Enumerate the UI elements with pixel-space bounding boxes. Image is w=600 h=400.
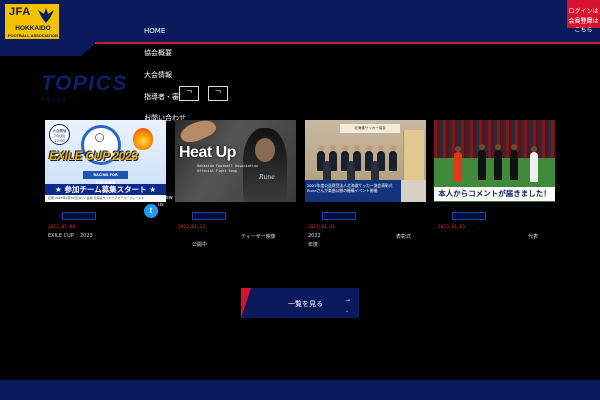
person xyxy=(371,161,379,181)
singer-face xyxy=(255,138,275,162)
logo-association-text: FOOTBALL ASSOCIATION xyxy=(7,33,59,38)
referee-figure xyxy=(494,150,502,180)
player-head xyxy=(531,146,537,152)
chevron-down-icon: ⌄ xyxy=(345,308,350,314)
login-register-button[interactable]: ログインはこちら 会員登録はこちら xyxy=(567,0,600,34)
post-title-year[interactable]: 2023 xyxy=(80,233,93,239)
person xyxy=(347,161,355,181)
referee-head xyxy=(495,144,501,150)
topic-card-awards[interactable]: 北海道サッカー協会 2022年度公益財団法人北海道サッカー協会表彰式 Runeさ… xyxy=(305,120,426,202)
person-head xyxy=(354,145,360,151)
logo-jfa-text: JFA xyxy=(9,6,31,18)
nav-tournaments[interactable]: 大会情報 xyxy=(144,70,172,80)
referee-head xyxy=(479,144,485,150)
person-head xyxy=(366,145,372,151)
raised-hand-image xyxy=(177,120,219,147)
post-date: 2023.01.31 xyxy=(308,225,336,230)
post-title[interactable]: 2022 xyxy=(308,233,321,239)
post-date: 2023.01.05 xyxy=(438,225,466,230)
site-footer xyxy=(0,380,600,400)
post-title-line-2[interactable]: 公開中 xyxy=(192,241,207,248)
crow-icon xyxy=(38,8,54,23)
header-accent-line xyxy=(95,42,600,44)
twitter-icon[interactable]: t xyxy=(144,204,158,218)
person-head xyxy=(318,145,324,151)
nav-home[interactable]: HOME xyxy=(144,27,165,35)
topic-card-heat-up[interactable]: Heat Up Hokkaido Football Association Of… xyxy=(175,120,296,202)
person-head xyxy=(330,145,336,151)
category-tag xyxy=(322,212,356,220)
arrow-right-icon: → xyxy=(345,297,351,304)
soccer-ball-icon xyxy=(94,132,108,146)
menu-square-button-1[interactable]: ᄀ xyxy=(179,86,199,101)
category-tag xyxy=(192,212,226,220)
category-tag xyxy=(452,212,486,220)
post-date: 2023.01.23 xyxy=(178,225,206,230)
post-date: 2023.05.08 xyxy=(48,225,76,230)
event-date-badge: 大会開催 7/5(月) 17:00 xyxy=(49,124,70,145)
player-figure xyxy=(454,152,462,182)
fight-song-subtitle: Hokkaido Football Association Official F… xyxy=(197,164,258,174)
comment-banner: 本人からコメントが届きました！ xyxy=(434,187,555,201)
register-label: 会員登録はこちら xyxy=(568,18,599,34)
person-head xyxy=(390,145,396,151)
flame-mascot-icon xyxy=(133,128,153,150)
racing-for-children-label: RACING FOR CHILDREN xyxy=(83,171,128,185)
topic-card-exile-cup[interactable]: 大会開催 7/5(月) 17:00 EXILE CUP 2023 RACING … xyxy=(45,120,166,202)
person-head xyxy=(378,145,384,151)
follow-label: Follow xyxy=(157,195,173,201)
referee-head xyxy=(511,144,517,150)
exile-cup-title: EXILE CUP 2023 xyxy=(49,149,138,163)
topics-heading: TOPICS xyxy=(41,72,128,95)
post-title-suffix[interactable]: 表彰式 xyxy=(396,233,411,240)
follow-label-2: us xyxy=(158,202,164,208)
group-photo xyxy=(315,137,400,181)
category-tag xyxy=(62,212,96,220)
card-footer-text: 応募 2023年4月26日(水)～ 会場 北海道サッカーアカデミーフィールド xyxy=(45,195,166,202)
heat-up-title: Heat Up xyxy=(179,144,236,161)
inset-photo xyxy=(403,130,424,180)
topics-subheading: トピックス xyxy=(41,97,66,103)
logo-hokkaido-text: HOKKAIDO xyxy=(15,25,51,32)
post-title[interactable]: EXILE CUP xyxy=(48,233,74,239)
post-title-line-2[interactable]: 年度 xyxy=(308,241,318,248)
topic-card-referees[interactable]: 本人からコメントが届きました！ xyxy=(434,120,555,202)
subtitle-line-2: Official Fight Song xyxy=(197,169,238,173)
post-title[interactable]: ティーザー映像 xyxy=(241,233,276,240)
recruitment-banner: ★ 参加チーム募集スタート ★ xyxy=(45,184,166,195)
nav-about[interactable]: 協会概要 xyxy=(144,48,172,58)
event-banner: 北海道サッカー協会 xyxy=(340,124,400,133)
referee-figure xyxy=(478,150,486,180)
person xyxy=(323,161,331,181)
person-head xyxy=(342,145,348,151)
jfa-hokkaido-logo[interactable]: JFA HOKKAIDO FOOTBALL ASSOCIATION xyxy=(4,3,60,40)
artist-signature: Rune xyxy=(259,174,275,181)
menu-square-button-2[interactable]: ᄀ xyxy=(208,86,228,101)
player-head xyxy=(455,146,461,152)
referee-figure xyxy=(510,150,518,180)
header-wedge xyxy=(0,44,95,56)
view-all-label: 一覧を見る xyxy=(288,300,323,308)
person xyxy=(389,151,397,171)
awards-caption: 2022年度公益財団法人北海道サッカー協会表彰式 Runeさんが楽曲公開の機構イ… xyxy=(305,180,401,202)
site-header xyxy=(0,0,600,44)
player-figure xyxy=(530,152,538,182)
post-title-suffix[interactable]: 代表 xyxy=(528,233,538,240)
